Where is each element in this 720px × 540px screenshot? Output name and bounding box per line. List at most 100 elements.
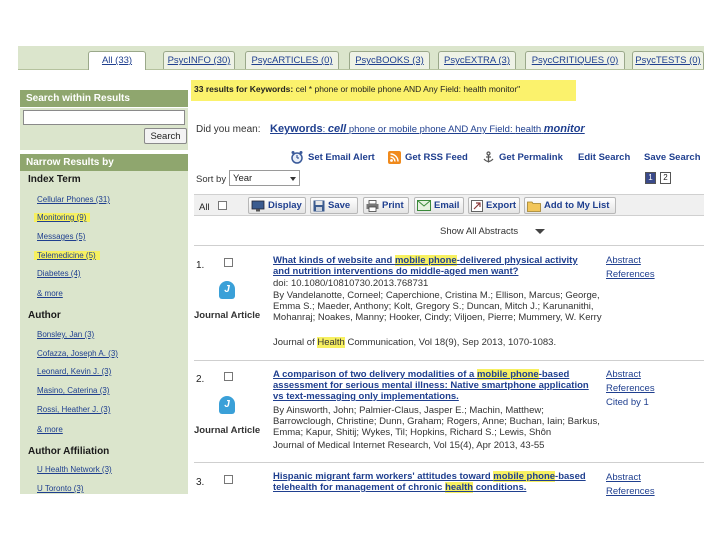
- sort-label: Sort by: [196, 174, 227, 185]
- author-heading: Author: [28, 310, 61, 321]
- facet-link[interactable]: U Health Network (3): [37, 465, 112, 474]
- author-more-link[interactable]: & more: [37, 425, 63, 434]
- result-doi: doi: 10.1080/10810730.2013.768731: [273, 278, 429, 289]
- result-number: 1.: [196, 260, 205, 271]
- print-button[interactable]: Print: [363, 197, 409, 214]
- permalink-label: Get Permalink: [499, 151, 563, 163]
- title-highlight: mobile phone: [493, 471, 556, 482]
- email-alert-link[interactable]: Set Email Alert: [290, 148, 375, 166]
- save-search-link[interactable]: Save Search: [644, 148, 701, 166]
- page-1-button[interactable]: 1: [645, 172, 656, 184]
- cited-by-link[interactable]: Cited by 1: [606, 397, 649, 408]
- references-link[interactable]: References: [606, 383, 655, 394]
- suggestion-monitor: monitor: [543, 123, 585, 135]
- divider: [194, 245, 704, 246]
- facet-link[interactable]: Cellular Phones (31): [37, 195, 110, 204]
- suggestion-mid: phone or mobile phone AND Any Field: [348, 124, 510, 135]
- tab-psyctests[interactable]: PsycTESTS (0): [632, 51, 704, 69]
- facet-link[interactable]: Telemedicine (5): [34, 251, 100, 260]
- facet-link[interactable]: Bonsley, Jan (3): [37, 330, 94, 339]
- tab-psycarticles[interactable]: PsycARTICLES (0): [245, 51, 339, 69]
- rss-feed-label: Get RSS Feed: [405, 151, 468, 163]
- monitor-icon: [251, 200, 265, 211]
- edit-search-link[interactable]: Edit Search: [578, 148, 630, 166]
- result-source: Journal of Medical Internet Research, Vo…: [273, 440, 545, 451]
- title-part: conditions.: [473, 482, 527, 493]
- search-within-panel: Search: [20, 108, 188, 150]
- alarm-clock-icon: [291, 151, 303, 164]
- results-action-bar: All Display Save Print Email Export Add …: [194, 194, 704, 216]
- save-button[interactable]: Save: [310, 197, 358, 214]
- sort-select-value: Year: [233, 173, 253, 184]
- expand-triangle-icon[interactable]: [535, 229, 545, 234]
- export-button[interactable]: Export: [468, 197, 520, 214]
- result-number: 3.: [196, 477, 205, 488]
- database-tabs: All (33) PsycINFO (30) PsycARTICLES (0) …: [18, 46, 704, 70]
- result-source: Journal of Health Communication, Vol 18(…: [273, 337, 603, 348]
- search-within-input[interactable]: [23, 110, 185, 125]
- tab-all[interactable]: All (33): [88, 51, 146, 70]
- permalink-link[interactable]: Get Permalink: [482, 148, 563, 166]
- narrow-results-heading: Narrow Results by: [20, 154, 188, 171]
- save-label: Save: [328, 200, 351, 211]
- facet-link[interactable]: Cofazza, Joseph A. (3): [37, 349, 118, 358]
- abstract-link[interactable]: Abstract: [606, 472, 641, 483]
- result-authors: By Vandelanotte, Corneel; Caperchione, C…: [273, 290, 602, 323]
- facet-link[interactable]: Masino, Caterina (3): [37, 386, 109, 395]
- tab-psycextra[interactable]: PsycEXTRA (3): [438, 51, 516, 69]
- export-label: Export: [486, 200, 517, 211]
- index-term-more-link[interactable]: & more: [37, 289, 63, 298]
- search-within-button[interactable]: Search: [144, 128, 187, 144]
- abstract-link[interactable]: Abstract: [606, 369, 641, 380]
- rss-feed-link[interactable]: Get RSS Feed: [388, 148, 468, 166]
- select-all-label: All: [199, 202, 210, 213]
- source-part: Communication, Vol 18(9), Sep 2013, 1070…: [344, 337, 557, 348]
- title-part: Hispanic migrant farm workers' attitudes…: [273, 471, 494, 482]
- source-highlight: Health: [317, 337, 345, 348]
- divider: [194, 462, 704, 463]
- result-title-link[interactable]: A comparison of two delivery modalities …: [273, 369, 597, 402]
- display-button[interactable]: Display: [248, 197, 306, 214]
- abstract-link[interactable]: Abstract: [606, 255, 641, 266]
- did-you-mean-suggestion[interactable]: Keywords: cell phone or mobile phone AND…: [270, 123, 585, 135]
- references-link[interactable]: References: [606, 269, 655, 280]
- source-part: Journal of: [273, 337, 318, 348]
- facet-link[interactable]: Rossi, Heather J. (3): [37, 405, 110, 414]
- page-2-button[interactable]: 2: [660, 172, 671, 184]
- anchor-icon: [483, 150, 494, 162]
- result-checkbox[interactable]: [224, 372, 233, 381]
- sort-select[interactable]: Year: [229, 170, 300, 186]
- show-all-abstracts-link[interactable]: Show All Abstracts: [440, 226, 518, 237]
- title-highlight: health: [445, 482, 474, 493]
- title-part: What kinds of website and: [273, 255, 395, 266]
- references-link[interactable]: References: [606, 486, 655, 497]
- query-text: cel * phone or mobile phone AND Any Fiel…: [295, 84, 521, 94]
- facet-link[interactable]: Diabetes (4): [37, 269, 81, 278]
- envelope-icon: [417, 200, 431, 211]
- facet-link[interactable]: Monitoring (9): [34, 213, 91, 222]
- result-count: 33 results for Keywords:: [194, 84, 294, 94]
- facet-link[interactable]: U Toronto (3): [37, 484, 84, 493]
- tab-psycinfo[interactable]: PsycINFO (30): [163, 51, 235, 69]
- suggestion-health: health: [515, 124, 542, 135]
- tab-psycbooks[interactable]: PsycBOOKS (3): [349, 51, 430, 69]
- journal-article-icon: J: [219, 281, 235, 299]
- tab-psyccritiques[interactable]: PsycCRITIQUES (0): [525, 51, 625, 69]
- facet-link[interactable]: Messages (5): [37, 232, 85, 241]
- result-checkbox[interactable]: [224, 258, 233, 267]
- print-label: Print: [382, 200, 404, 211]
- add-to-list-button[interactable]: Add to My List: [524, 197, 616, 214]
- result-checkbox[interactable]: [224, 475, 233, 484]
- search-within-heading: Search within Results: [20, 90, 188, 107]
- result-title-link[interactable]: What kinds of website and mobile phone-d…: [273, 255, 597, 277]
- result-type: Journal Article: [194, 425, 261, 436]
- email-button[interactable]: Email: [414, 197, 464, 214]
- result-number: 2.: [196, 374, 205, 385]
- floppy-disk-icon: [313, 200, 325, 211]
- result-authors: By Ainsworth, John; Palmier-Claus, Jaspe…: [273, 405, 600, 438]
- select-all-checkbox[interactable]: [218, 201, 227, 210]
- result-title-link[interactable]: Hispanic migrant farm workers' attitudes…: [273, 471, 597, 493]
- facet-link[interactable]: Leonard, Kevin J. (3): [37, 367, 111, 376]
- folder-icon: [527, 201, 541, 212]
- affiliation-heading: Author Affiliation: [28, 446, 110, 457]
